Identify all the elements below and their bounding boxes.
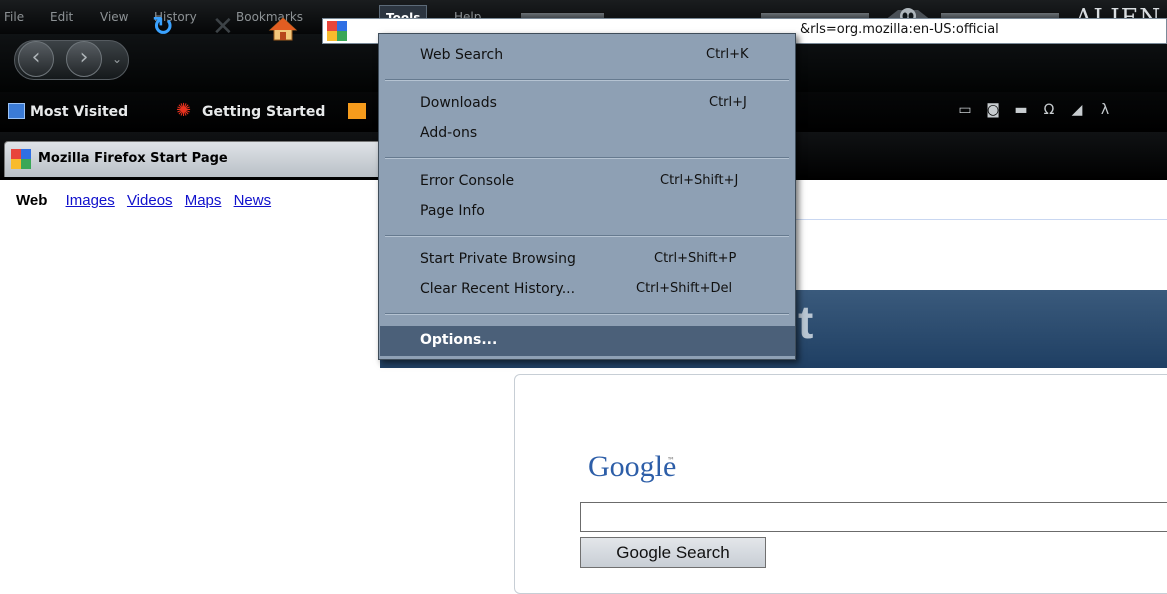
tools-menu: Web Search Ctrl+K Downloads Ctrl+J Add-o… [378,33,796,360]
menu-item-shortcut: Ctrl+J [709,95,747,110]
menu-separator [385,79,789,81]
camera-icon[interactable]: ◙ [984,102,1002,118]
menu-item-private-browsing[interactable]: Start Private Browsing Ctrl+Shift+P [380,247,795,273]
headphones-icon[interactable]: Ω [1040,102,1058,118]
back-icon[interactable]: ‹ [18,41,54,77]
lambda-icon[interactable]: λ [1096,102,1114,118]
google-search-button[interactable]: Google Search [580,537,766,568]
tab-title: Mozilla Firefox Start Page [38,151,228,166]
menu-item-clear-history[interactable]: Clear Recent History... Ctrl+Shift+Del [380,277,795,303]
google-favicon-icon [11,149,31,169]
nav-videos-link[interactable]: Videos [127,192,173,209]
bookmark-most-visited[interactable]: Most Visited [30,104,128,120]
home-icon[interactable] [268,16,298,42]
menu-separator [385,157,789,159]
menu-item-label: Error Console [420,173,515,189]
menu-item-label: Clear Recent History... [420,281,576,297]
folder-icon[interactable]: ▬ [1012,102,1030,118]
bookmark-getting-started[interactable]: Getting Started [202,104,325,120]
monitor-icon[interactable]: ▭ [956,102,974,118]
rss-feed-icon[interactable] [348,103,366,119]
menu-item-label: Options... [420,332,498,348]
menu-separator [385,235,789,237]
menu-item-add-ons[interactable]: Add-ons [380,121,795,147]
menu-item-label: Downloads [420,95,497,111]
search-input[interactable] [580,502,1167,532]
menu-item-shortcut: Ctrl+Shift+P [654,251,737,266]
nav-web: Web [16,192,48,209]
menu-item-label: Page Info [420,203,485,219]
menu-edit[interactable]: Edit [48,8,75,26]
google-nav: Web Images Videos Maps News [0,192,271,209]
menu-file[interactable]: File [2,8,26,26]
most-visited-icon [8,103,25,119]
menu-separator [385,313,789,315]
forward-icon[interactable]: › [66,41,102,77]
menu-item-label: Web Search [420,47,504,63]
menu-item-label: Add-ons [420,125,478,141]
url-text: &rls=org.mozilla:en-US:official [800,22,999,37]
menu-item-shortcut: Ctrl+Shift+J [660,173,739,188]
nav-images-link[interactable]: Images [66,192,115,209]
menu-item-downloads[interactable]: Downloads Ctrl+J [380,91,795,117]
firefox-logo-icon: ✺ [176,100,192,121]
google-favicon-icon [327,21,347,41]
nav-news-link[interactable]: News [234,192,272,209]
menu-item-options[interactable]: Options... [380,326,795,356]
history-dropdown-icon[interactable]: ⌄ [112,52,122,66]
reload-icon[interactable]: ↻ [152,12,174,42]
google-logo: Google [588,450,677,483]
menu-item-shortcut: Ctrl+Shift+Del [636,281,733,296]
trademark: ™ [667,456,675,465]
menu-item-web-search[interactable]: Web Search Ctrl+K [380,43,795,69]
bar-chart-icon[interactable]: ◢ [1068,102,1086,118]
stop-icon[interactable]: ✕ [212,12,234,42]
banner-title: t [798,296,814,348]
menu-item-label: Start Private Browsing [420,251,576,267]
menu-view[interactable]: View [98,8,130,26]
nav-maps-link[interactable]: Maps [185,192,222,209]
menu-item-page-info[interactable]: Page Info [380,199,795,225]
menu-item-shortcut: Ctrl+K [706,47,749,62]
menu-item-error-console[interactable]: Error Console Ctrl+Shift+J [380,169,795,195]
